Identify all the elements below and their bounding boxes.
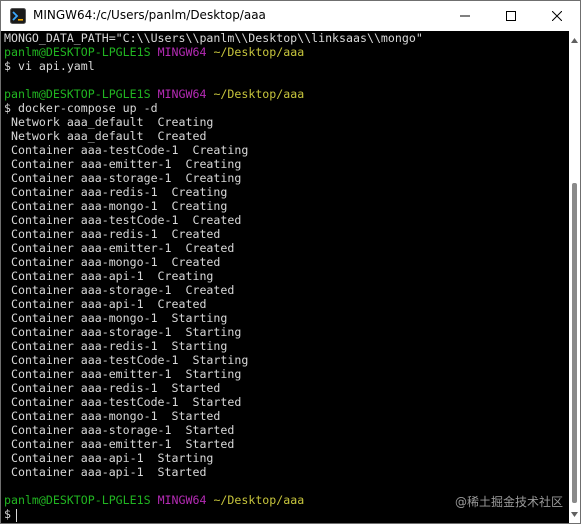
chevron-down-icon bbox=[571, 511, 578, 517]
scrollbar-thumb[interactable] bbox=[572, 183, 577, 503]
command-line: $ vi api.yaml bbox=[4, 59, 95, 73]
env-line: MONGO_DATA_PATH="C:\\Users\\panlm\\Deskt… bbox=[4, 31, 423, 45]
output-line: Container aaa-api-1 Creating bbox=[4, 269, 214, 283]
output-line: Container aaa-testCode-1 Started bbox=[4, 395, 242, 409]
scroll-down-button[interactable] bbox=[569, 507, 580, 521]
prompt-line: panlm@DESKTOP-LPGLE1S MINGW64 ~/Desktop/… bbox=[4, 493, 304, 507]
output-line: Container aaa-mongo-1 Created bbox=[4, 255, 221, 269]
prompt-line: panlm@DESKTOP-LPGLE1S MINGW64 ~/Desktop/… bbox=[4, 87, 304, 101]
output-line: Container aaa-emitter-1 Started bbox=[4, 437, 235, 451]
command-line: $ bbox=[4, 507, 11, 521]
minimize-icon bbox=[460, 15, 470, 17]
prompt-user: panlm@DESKTOP-LPGLE1S bbox=[4, 45, 151, 59]
minimize-button[interactable] bbox=[442, 1, 488, 31]
prompt-user: panlm@DESKTOP-LPGLE1S bbox=[4, 87, 151, 101]
scroll-up-button[interactable] bbox=[569, 33, 580, 47]
output-line: Container aaa-api-1 Started bbox=[4, 465, 207, 479]
chevron-up-icon bbox=[571, 37, 578, 43]
prompt-path: ~/Desktop/aaa bbox=[213, 87, 305, 101]
output-line: Container aaa-emitter-1 Creating bbox=[4, 157, 242, 171]
output-line: Container aaa-testCode-1 Created bbox=[4, 213, 242, 227]
prompt-path: ~/Desktop/aaa bbox=[213, 493, 305, 507]
watermark: @稀土掘金技术社区 bbox=[455, 495, 564, 509]
output-line: Container aaa-testCode-1 Creating bbox=[4, 143, 249, 157]
output-line: Container aaa-storage-1 Starting bbox=[4, 325, 242, 339]
prompt-user: panlm@DESKTOP-LPGLE1S bbox=[4, 493, 151, 507]
output-line: Container aaa-api-1 Starting bbox=[4, 451, 214, 465]
output-line: Container aaa-storage-1 Created bbox=[4, 283, 235, 297]
close-button[interactable] bbox=[534, 1, 580, 31]
title-bar[interactable]: MINGW64:/c/Users/panlm/Desktop/aaa bbox=[1, 1, 580, 31]
output-line: Container aaa-mongo-1 Starting bbox=[4, 311, 228, 325]
output-line: Container aaa-storage-1 Started bbox=[4, 423, 235, 437]
prompt-system: MINGW64 bbox=[157, 493, 207, 507]
output-line: Container aaa-api-1 Created bbox=[4, 297, 207, 311]
output-line: Network aaa_default Creating bbox=[4, 115, 214, 129]
command-line: $ docker-compose up -d bbox=[4, 101, 158, 115]
vertical-scrollbar[interactable] bbox=[569, 31, 580, 523]
prompt-system: MINGW64 bbox=[157, 45, 207, 59]
terminal-window: MINGW64:/c/Users/panlm/Desktop/aaa MONGO… bbox=[0, 0, 581, 524]
output-line: Container aaa-redis-1 Starting bbox=[4, 339, 228, 353]
output-line: Container aaa-emitter-1 Created bbox=[4, 241, 235, 255]
maximize-icon bbox=[506, 11, 516, 21]
output-line: Container aaa-testCode-1 Starting bbox=[4, 353, 249, 367]
prompt-path: ~/Desktop/aaa bbox=[213, 45, 305, 59]
close-icon bbox=[552, 11, 562, 21]
output-line: Container aaa-redis-1 Creating bbox=[4, 185, 228, 199]
output-line: Container aaa-mongo-1 Creating bbox=[4, 199, 228, 213]
output-line: Container aaa-redis-1 Created bbox=[4, 227, 221, 241]
output-line: Container aaa-redis-1 Started bbox=[4, 381, 221, 395]
prompt-line: panlm@DESKTOP-LPGLE1S MINGW64 ~/Desktop/… bbox=[4, 45, 304, 59]
text-cursor bbox=[16, 509, 17, 522]
output-line: Network aaa_default Created bbox=[4, 129, 207, 143]
output-line: Container aaa-mongo-1 Started bbox=[4, 409, 221, 423]
output-line: Container aaa-storage-1 Creating bbox=[4, 171, 242, 185]
terminal-output[interactable]: MONGO_DATA_PATH="C:\\Users\\panlm\\Deskt… bbox=[1, 31, 569, 523]
mingw-terminal-icon bbox=[10, 8, 26, 24]
maximize-button[interactable] bbox=[488, 1, 534, 31]
window-title: MINGW64:/c/Users/panlm/Desktop/aaa bbox=[33, 8, 266, 22]
prompt-system: MINGW64 bbox=[157, 87, 207, 101]
output-line: Container aaa-emitter-1 Starting bbox=[4, 367, 242, 381]
